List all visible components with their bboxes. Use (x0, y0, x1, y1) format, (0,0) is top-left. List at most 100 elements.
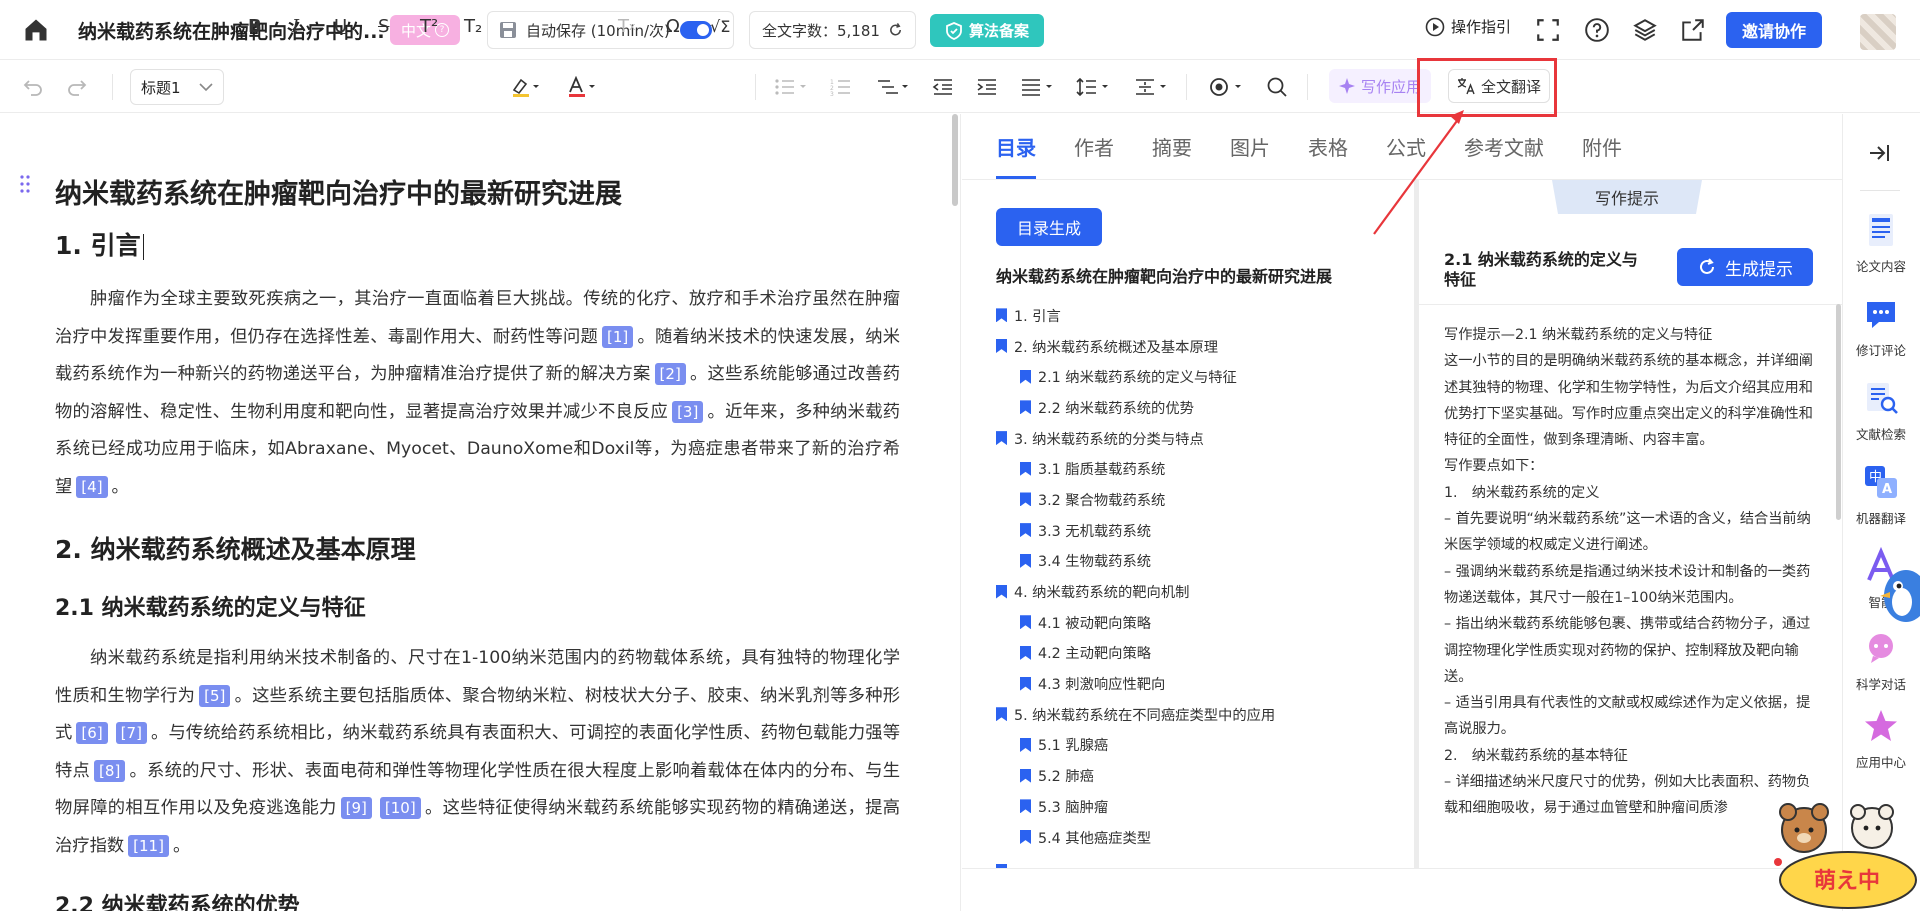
tab-references[interactable]: 参考文献 (1464, 132, 1544, 161)
subsection-heading-2-2[interactable]: 2.2 纳米载药系统的优势 (55, 888, 300, 911)
toc-item[interactable]: 3.2 聚合物载药系统 (996, 484, 1396, 515)
citation-badge[interactable]: [2] (654, 363, 686, 386)
citation-badge[interactable]: [10] (379, 797, 421, 820)
citation-badge[interactable]: [6] (76, 722, 108, 745)
toc-item[interactable]: 2.1 纳米载药系统的定义与特征 (996, 361, 1396, 392)
section-heading-2[interactable]: 2. 纳米载药系统概述及基本原理 (55, 530, 416, 566)
line-spacing-icon[interactable] (1076, 77, 1110, 97)
align-icon[interactable] (1020, 77, 1054, 97)
intro-paragraph[interactable]: 肿瘤作为全球主要致死疾病之一，其治疗一直面临着巨大挑战。传统的化疗、放疗和手术治… (55, 281, 900, 507)
citation-badge[interactable]: [1] (602, 325, 634, 348)
rail-app-center[interactable]: 应用中心 (1842, 706, 1920, 771)
citation-badge[interactable]: [11] (128, 834, 169, 857)
undo-icon[interactable] (22, 76, 44, 98)
indent-icon[interactable] (976, 77, 998, 97)
citation-badge[interactable]: [9] (340, 797, 372, 820)
bullet-list-icon[interactable] (774, 77, 808, 97)
generate-hint-button[interactable]: 生成提示 (1677, 248, 1813, 286)
italic-button[interactable]: I (292, 12, 299, 40)
superscript-button[interactable]: T² (420, 12, 438, 40)
citation-badge[interactable]: [3] (672, 400, 704, 423)
rail-machine-translation[interactable]: 中 A 机器翻译 (1842, 462, 1920, 527)
citation-badge[interactable]: [8] (94, 759, 126, 782)
tab-tables[interactable]: 表格 (1308, 132, 1348, 161)
hint-line: 这一小节的目的是明确纳米载药系统的基本概念，并详细阐述其独特的物理、化学和生物学… (1444, 353, 1813, 449)
bold-button[interactable]: B (248, 12, 262, 40)
search-icon[interactable] (1266, 76, 1288, 98)
rail-paper-content[interactable]: 论文内容 (1842, 210, 1920, 275)
numbered-list-icon[interactable]: 123 (830, 77, 852, 97)
toc-item[interactable]: 2. 纳米载药系统概述及基本原理 (996, 331, 1396, 362)
citation-badge[interactable]: [4] (76, 475, 108, 498)
toc-item[interactable]: 3.4 生物载药系统 (996, 546, 1396, 577)
fullscreen-icon[interactable] (1535, 17, 1561, 43)
autosave-toggle[interactable] (679, 21, 712, 39)
toc-item[interactable]: 3.3 无机载药系统 (996, 515, 1396, 546)
citation-badge[interactable]: [5] (199, 684, 231, 707)
share-export-icon[interactable] (1680, 17, 1706, 43)
rail-literature-search[interactable]: 文献检索 (1842, 378, 1920, 443)
user-avatar[interactable] (1860, 14, 1896, 50)
insert-menu-icon[interactable] (1208, 76, 1244, 98)
citation-badge[interactable]: [7] (115, 722, 147, 745)
tab-authors[interactable]: 作者 (1074, 132, 1114, 161)
subsection-heading-2-1[interactable]: 2.1 纳米载药系统的定义与特征 (55, 590, 366, 622)
tab-attachments[interactable]: 附件 (1582, 132, 1622, 161)
toc-item[interactable]: 3. 纳米载药系统的分类与特点 (996, 423, 1396, 454)
document-editor[interactable]: 纳米载药系统在肿瘤靶向治疗中的最新研究进展 1. 引言 肿瘤作为全球主要致死疾病… (0, 114, 960, 911)
toc-item[interactable]: 4.3 刺激响应性靶向 (996, 668, 1396, 699)
toc-item[interactable]: 1. 引言 (996, 300, 1396, 331)
font-color-icon[interactable] (566, 76, 596, 98)
rail-revision-comments[interactable]: 修订评论 (1842, 294, 1920, 359)
toc-item[interactable]: 3.1 脂质基载药系统 (996, 453, 1396, 484)
redo-icon[interactable] (66, 76, 88, 98)
editor-scrollbar[interactable] (952, 114, 958, 206)
invite-collaboration-button[interactable]: 邀请协作 (1726, 12, 1822, 48)
formula-button[interactable]: √Σ (710, 12, 730, 40)
subscript-button[interactable]: T₂ (464, 12, 482, 40)
tab-toc[interactable]: 目录 (996, 132, 1036, 161)
toc-item-label: 5.4 其他癌症类型 (1038, 830, 1152, 847)
toc-item[interactable]: 4.2 主动靶向策略 (996, 638, 1396, 669)
drag-handle-icon[interactable] (20, 174, 30, 194)
highlight-color-icon[interactable] (510, 76, 540, 98)
generate-toc-button[interactable]: 目录生成 (996, 208, 1102, 246)
panel-bottom-area (962, 868, 1842, 911)
bookmark-icon (996, 431, 1007, 446)
help-icon[interactable] (1584, 17, 1610, 43)
toc-item[interactable]: 2.2 纳米载药系统的优势 (996, 392, 1396, 423)
multilevel-list-icon[interactable] (876, 77, 910, 97)
clear-format-button[interactable]: Tx (618, 12, 636, 40)
toc-item[interactable]: 4. 纳米载药系统的靶向机制 (996, 576, 1396, 607)
toc-item[interactable]: 5.4 其他癌症类型 (996, 822, 1396, 853)
tab-figures[interactable]: 图片 (1230, 132, 1270, 161)
toolbar-divider (112, 74, 113, 100)
underline-button[interactable]: U (334, 12, 347, 40)
operation-guide-button[interactable]: 操作指引 (1425, 16, 1511, 37)
layers-icon[interactable] (1632, 17, 1658, 43)
refresh-icon[interactable] (888, 22, 903, 38)
section-heading-intro[interactable]: 1. 引言 (55, 226, 145, 262)
bookmark-icon (1020, 799, 1031, 814)
collapse-panel-icon[interactable] (1864, 140, 1896, 166)
toc-item[interactable]: 5.1 乳腺癌 (996, 730, 1396, 761)
toc-item[interactable]: 5. 纳米载药系统在不同癌症类型中的应用 (996, 699, 1396, 730)
hint-line: 2. 纳米载药系统的基本特征 (1444, 747, 1628, 764)
toc-item-label: 4. 纳米载药系统的靶向机制 (1014, 585, 1190, 602)
heading-style-select[interactable]: 标题1 (130, 69, 224, 105)
definition-paragraph[interactable]: 纳米载药系统是指利用纳米技术制备的、尺寸在1-100纳米范围内的药物载体系统，具… (55, 640, 900, 866)
toc-item[interactable]: 5.3 脑肿瘤 (996, 791, 1396, 822)
tab-abstract[interactable]: 摘要 (1152, 132, 1192, 161)
algorithm-filing-button[interactable]: 算法备案 (930, 14, 1044, 47)
paragraph-spacing-icon[interactable] (1134, 77, 1168, 97)
strikethrough-button[interactable]: S (378, 12, 389, 40)
special-char-button[interactable]: Ω (666, 12, 680, 40)
hint-scrollbar[interactable] (1836, 304, 1841, 520)
home-icon[interactable] (22, 16, 50, 44)
toc-item[interactable]: 5.2 肺癌 (996, 760, 1396, 791)
toc-item[interactable]: 4.1 被动靶向策略 (996, 607, 1396, 638)
writing-app-button[interactable]: 写作应用 (1329, 69, 1431, 103)
sticker-text: 萌え中 (1814, 869, 1880, 894)
outdent-icon[interactable] (932, 77, 954, 97)
document-heading[interactable]: 纳米载药系统在肿瘤靶向治疗中的最新研究进展 (55, 172, 622, 211)
